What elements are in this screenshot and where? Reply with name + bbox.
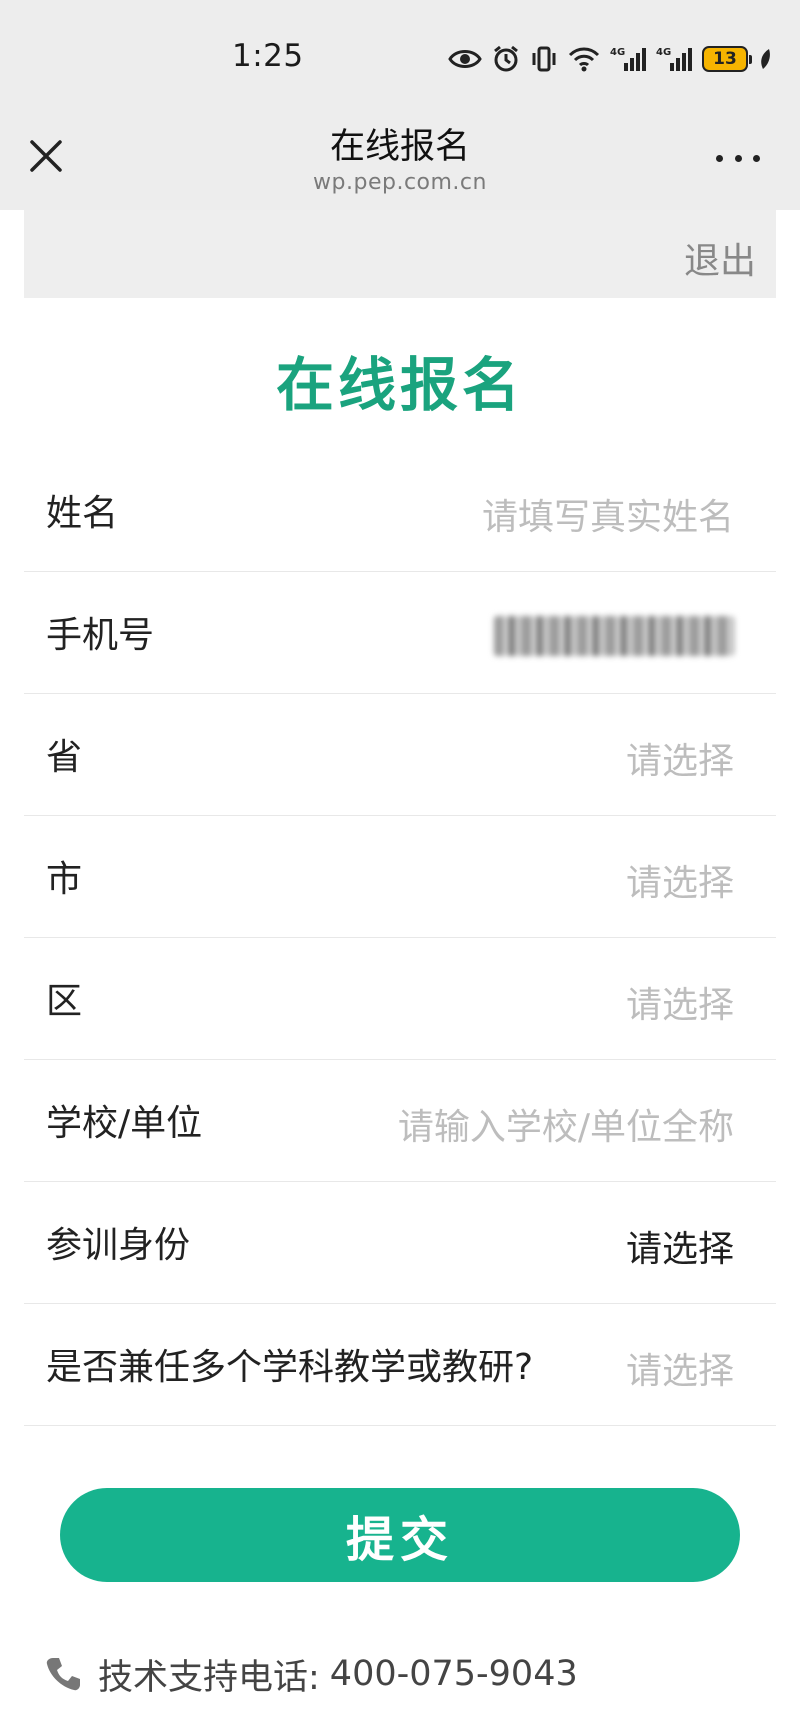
support-phone-number[interactable]: 400-075-9043 — [330, 1654, 578, 1694]
name-row[interactable]: 姓名 请填写真实姓名 — [24, 450, 776, 572]
district-select[interactable]: 请选择 — [626, 976, 734, 1028]
page-title: 在线报名 — [275, 351, 524, 419]
alarm-icon — [494, 45, 518, 72]
school-row[interactable]: 学校/单位 请输入学校/单位全称 — [24, 1060, 776, 1182]
nav-title: 在线报名 — [329, 127, 470, 167]
multi-subject-label: 是否兼任多个学科教学或教研? — [46, 1347, 534, 1388]
eye-icon — [448, 50, 482, 68]
identity-label: 参训身份 — [46, 1225, 191, 1266]
more-dot-icon — [716, 154, 723, 162]
identity-select[interactable]: 请选择 — [626, 1220, 734, 1272]
multi-subject-select[interactable]: 请选择 — [626, 1342, 734, 1394]
name-input[interactable]: 请填写真实姓名 — [482, 488, 734, 540]
wifi-icon — [568, 47, 600, 72]
city-select[interactable]: 请选择 — [626, 854, 734, 906]
province-label: 省 — [46, 737, 83, 778]
svg-text:4G: 4G — [610, 47, 625, 58]
phone-label: 手机号 — [46, 615, 155, 656]
district-label: 区 — [46, 981, 83, 1022]
city-row[interactable]: 市 请选择 — [24, 816, 776, 938]
status-icons: 4G 4G 13 — [448, 42, 772, 76]
phone-row[interactable]: 手机号 — [24, 572, 776, 694]
status-time: 1:25 — [232, 38, 304, 74]
district-row[interactable]: 区 请选择 — [24, 938, 776, 1060]
nav-subtitle: wp.pep.com.cn — [313, 170, 487, 195]
battery-level: 13 — [713, 49, 737, 69]
support-line: 技术支持电话: 400-075-9043 — [44, 1650, 578, 1698]
signal-4g-icon: 4G — [610, 47, 646, 71]
logout-button[interactable]: 退出 — [684, 232, 756, 284]
registration-form: 姓名 请填写真实姓名 手机号 省 请选择 市 请选择 区 请选择 学校/单位 请… — [24, 450, 776, 1426]
status-bar: 1:25 4G 4G 13 — [0, 0, 800, 120]
svg-text:4G: 4G — [656, 47, 671, 58]
leaf-icon — [761, 49, 770, 69]
logout-bar: 退出 — [24, 210, 776, 298]
more-dot-icon — [753, 154, 760, 162]
vibrate-icon — [532, 46, 556, 72]
submit-button[interactable]: 提交 — [60, 1488, 740, 1582]
province-row[interactable]: 省 请选择 — [24, 694, 776, 816]
battery-icon: 13 — [702, 46, 752, 72]
more-dot-icon — [734, 154, 742, 162]
identity-row[interactable]: 参训身份 请选择 — [24, 1182, 776, 1304]
phone-input[interactable] — [494, 616, 734, 656]
signal-4g-icon: 4G — [656, 47, 692, 71]
nav-header: 在线报名 wp.pep.com.cn — [0, 110, 800, 210]
phone-icon — [46, 1658, 80, 1691]
school-label: 学校/单位 — [46, 1103, 203, 1144]
city-label: 市 — [46, 859, 83, 900]
multi-subject-row[interactable]: 是否兼任多个学科教学或教研? 请选择 — [24, 1304, 776, 1426]
name-label: 姓名 — [46, 493, 119, 534]
more-options-button[interactable] — [716, 152, 760, 164]
support-label: 技术支持电话: — [98, 1657, 320, 1698]
province-select[interactable]: 请选择 — [626, 732, 734, 784]
screen: 1:25 4G 4G 13 在线报名 wp.pep.com.cn 退出 在线报名… — [0, 0, 800, 1733]
school-input[interactable]: 请输入学校/单位全称 — [398, 1098, 734, 1150]
